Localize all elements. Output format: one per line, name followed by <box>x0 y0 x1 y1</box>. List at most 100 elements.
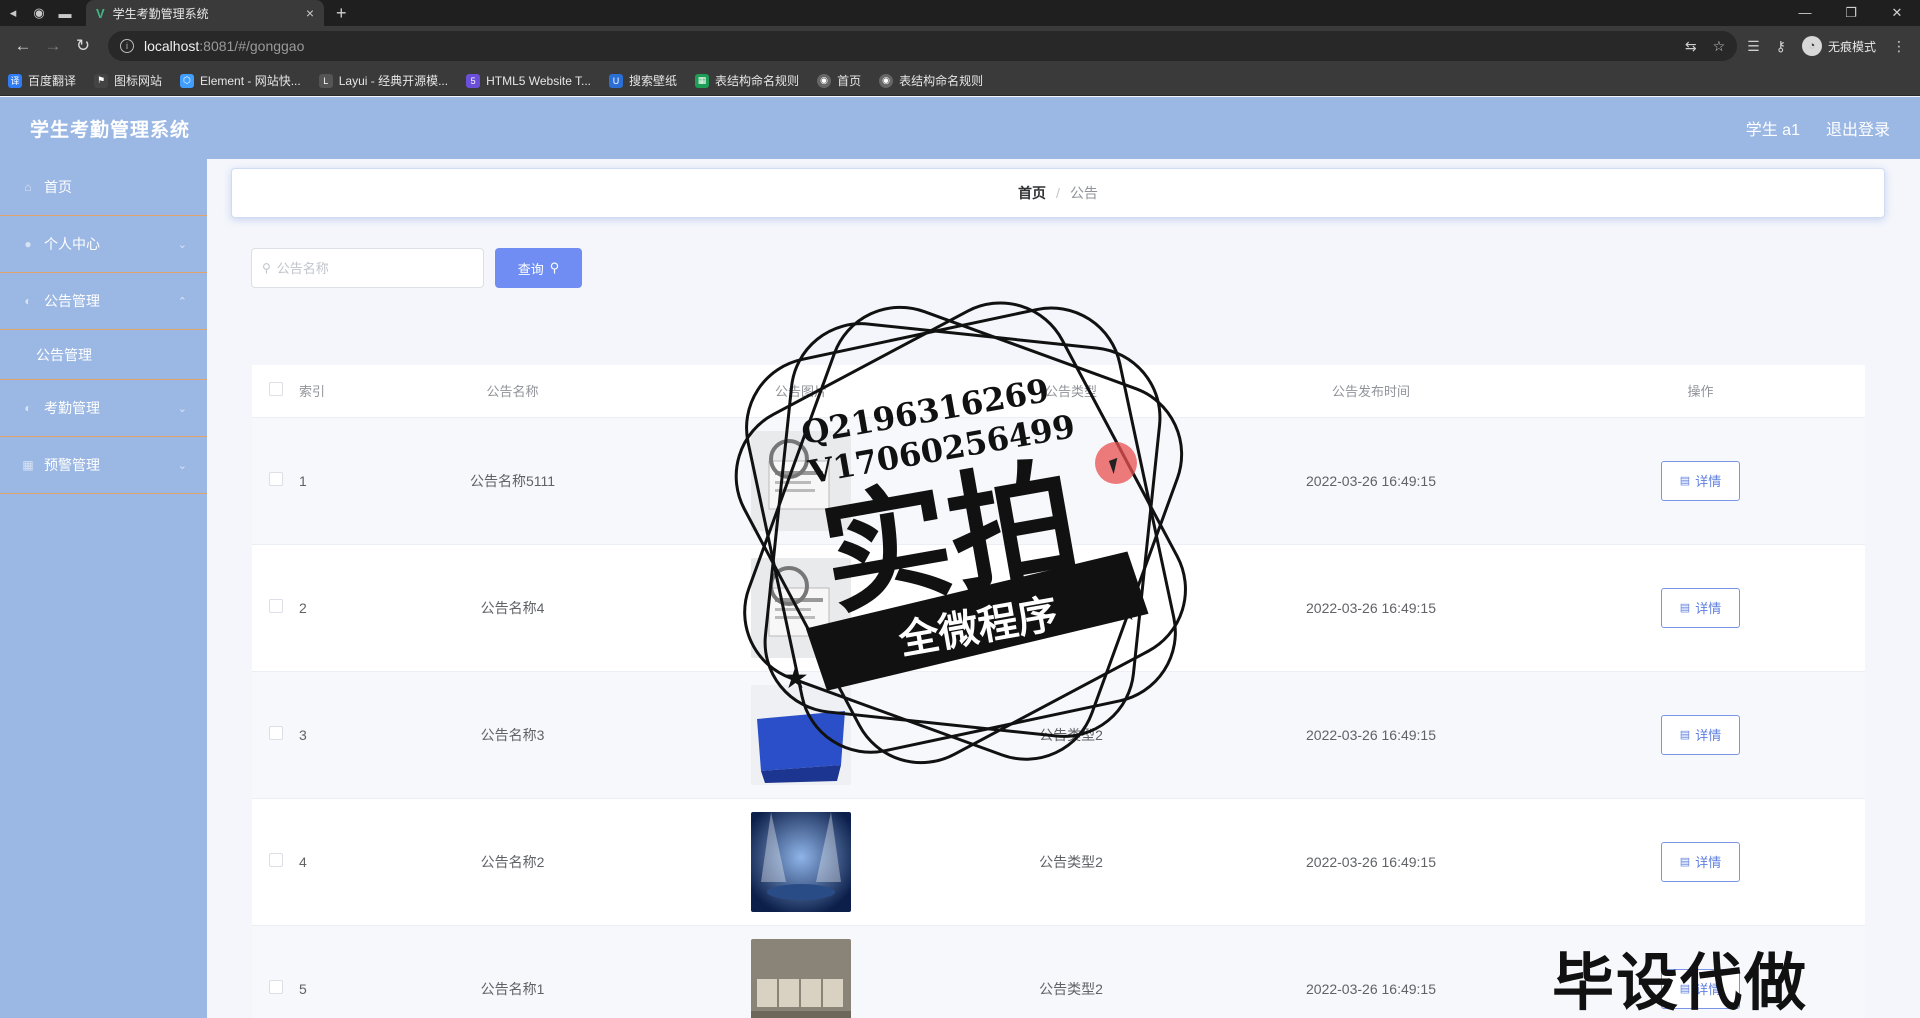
breadcrumb-current: 公告 <box>1069 185 1098 201</box>
sidebar-item-attendance[interactable]: ◐ 考勤管理 ⌄ <box>0 380 207 437</box>
row-time: 2022-03-26 16:49:15 <box>1206 925 1536 1018</box>
window-controls: — ❐ ✕ <box>1782 5 1920 21</box>
bookmark-star-icon[interactable]: ☆ <box>1713 38 1726 55</box>
detail-button[interactable]: ▤ 详情 <box>1661 714 1740 755</box>
bookmark-item[interactable]: L Layui - 经典开源模... <box>318 72 448 89</box>
column-header[interactable]: 公告图片 <box>666 365 936 418</box>
detail-button[interactable]: ▤ 详情 <box>1661 841 1740 882</box>
incognito-label: 无痕模式 <box>1827 39 1876 54</box>
search-icon: ⚲ <box>262 261 271 275</box>
layui-icon: L <box>318 73 333 88</box>
browser-tab-active[interactable]: V 学生考勤管理系统 × <box>86 0 324 26</box>
detail-button[interactable]: ▤ 详情 <box>1661 587 1740 628</box>
logout-button[interactable]: 退出登录 <box>1826 116 1890 140</box>
current-user: 学生 a1 <box>1745 122 1800 139</box>
row-type <box>936 544 1206 672</box>
user-icon: ● <box>24 237 32 251</box>
row-index: 2 <box>299 544 359 672</box>
sidebar-item-warning[interactable]: ▦ 预警管理 ⌄ <box>0 437 207 494</box>
watermark-text: 毕设代做 <box>1552 946 1809 1018</box>
chevron-down-icon: ⌄ <box>177 402 187 415</box>
row-image-cell <box>666 417 936 545</box>
forward-icon[interactable]: → <box>38 36 68 56</box>
table-row: 3 公告名称3 公告类型2 2022-03-26 16:49:15 ▤ 详情 <box>252 671 1865 799</box>
select-all-checkbox[interactable] <box>268 382 283 397</box>
warning-icon: ▦ <box>22 458 34 472</box>
bookmark-item[interactable]: ◉ 表结构命名规则 <box>879 72 983 89</box>
row-name: 公告名称5111 <box>359 417 666 545</box>
news-stage-thumbnail <box>751 811 851 912</box>
vue-logo-icon: V <box>96 5 105 21</box>
browser-tab-bar: ◂ ◉ ▬ V 学生考勤管理系统 × + — ❐ ✕ <box>0 0 1920 26</box>
mute-icon[interactable]: ◂ <box>0 0 26 26</box>
back-icon[interactable]: ← <box>8 36 38 56</box>
bookmark-item[interactable]: ◉ 首页 <box>817 72 861 89</box>
document-icon: ▤ <box>1679 602 1691 614</box>
search-field[interactable]: ⚲ <box>251 248 484 288</box>
close-window-icon[interactable]: ✕ <box>1874 5 1920 21</box>
table-header-row: 索引 公告名称 公告图片 公告类型 公告发布时间 操作 <box>252 365 1865 418</box>
wallpaper-icon: U <box>609 73 624 88</box>
home-icon: ⌂ <box>24 180 32 194</box>
sidebar-subitem-notice[interactable]: 公告管理 <box>0 330 207 380</box>
attendance-icon: ◐ <box>24 401 32 415</box>
row-name: 公告名称4 <box>359 544 666 672</box>
search-button[interactable]: 查询 ⚲ <box>495 248 582 288</box>
row-type: 公告类型2 <box>936 798 1206 926</box>
column-header[interactable]: 公告名称 <box>359 365 666 418</box>
bookmark-item[interactable]: U 搜索壁纸 <box>609 72 677 89</box>
search-input[interactable] <box>276 260 467 276</box>
breadcrumb-home[interactable]: 首页 <box>1018 183 1046 203</box>
row-checkbox[interactable] <box>268 472 283 486</box>
row-name: 公告名称1 <box>359 925 666 1018</box>
row-time: 2022-03-26 16:49:15 <box>1206 417 1536 545</box>
bookmark-item[interactable]: ⬡ Element - 网站快... <box>180 72 301 89</box>
column-header[interactable]: 公告发布时间 <box>1206 365 1536 418</box>
bookmark-item[interactable]: ▦ 表结构命名规则 <box>695 72 799 89</box>
bookmark-item[interactable]: 译百度翻译 <box>8 72 76 89</box>
url-field[interactable]: i localhost:8081/#/gonggao ⇆ ☆ <box>108 31 1738 61</box>
detail-button[interactable]: ▤ 详情 <box>1661 460 1740 501</box>
key-icon[interactable]: ⚷ <box>1776 38 1786 55</box>
new-tab-icon[interactable]: + <box>336 3 347 24</box>
row-checkbox[interactable] <box>268 980 283 994</box>
column-header[interactable]: 索引 <box>299 365 359 418</box>
sidebar-item-profile[interactable]: ● 个人中心 ⌄ <box>0 216 207 273</box>
reading-list-icon[interactable]: ☰ <box>1747 38 1760 55</box>
row-checkbox[interactable] <box>268 726 283 740</box>
column-header[interactable]: 公告类型 <box>936 365 1206 418</box>
notice-icon: ◐ <box>24 294 32 308</box>
restore-icon[interactable]: ❐ <box>1828 5 1874 21</box>
close-tab-icon[interactable]: × <box>306 5 314 21</box>
baidu-translate-icon: 译 <box>8 73 22 88</box>
bookmark-item[interactable]: ⚑ 图标网站 <box>94 72 162 89</box>
globe-icon[interactable]: ◉ <box>26 0 52 26</box>
row-type: 公告类型2 <box>936 671 1206 799</box>
row-type <box>936 417 1206 545</box>
sidebar-item-notice[interactable]: ◐ 公告管理 ⌃ <box>0 273 207 330</box>
notice-table: 索引 公告名称 公告图片 公告类型 公告发布时间 操作 1 公告名称5111 2… <box>252 365 1865 1018</box>
row-index: 5 <box>299 925 359 1018</box>
minimize-icon[interactable]: — <box>1782 5 1828 21</box>
translate-icon[interactable]: ⇆ <box>1685 38 1697 55</box>
sidebar-item-home[interactable]: ⌂ 首页 <box>0 159 207 216</box>
news-paper-thumbnail <box>751 557 851 658</box>
news-paper-thumbnail <box>751 430 851 531</box>
window-icon[interactable]: ▬ <box>52 0 78 26</box>
incognito-icon: ◔ <box>1801 36 1822 56</box>
incognito-indicator[interactable]: ◔ 无痕模式 <box>1801 36 1876 56</box>
sidebar-item-label: 公告管理 <box>44 293 100 309</box>
reload-icon[interactable]: ↻ <box>68 36 98 56</box>
row-checkbox[interactable] <box>268 853 283 867</box>
menu-kebab-icon[interactable]: ⋮ <box>1892 38 1906 55</box>
row-name: 公告名称2 <box>359 798 666 926</box>
row-checkbox[interactable] <box>268 599 283 613</box>
row-time: 2022-03-26 16:49:15 <box>1206 798 1536 926</box>
site-info-icon[interactable]: i <box>120 39 134 53</box>
url-path: :8081/#/gonggao <box>199 38 305 54</box>
sidebar-item-label: 考勤管理 <box>44 400 100 416</box>
breadcrumb: 首页 / 公告 <box>231 168 1885 218</box>
app-header: 学生考勤管理系统 学生 a1 退出登录 <box>0 97 1920 159</box>
bookmark-item[interactable]: 5 HTML5 Website T... <box>466 73 591 88</box>
sidebar-item-label: 首页 <box>44 179 72 195</box>
